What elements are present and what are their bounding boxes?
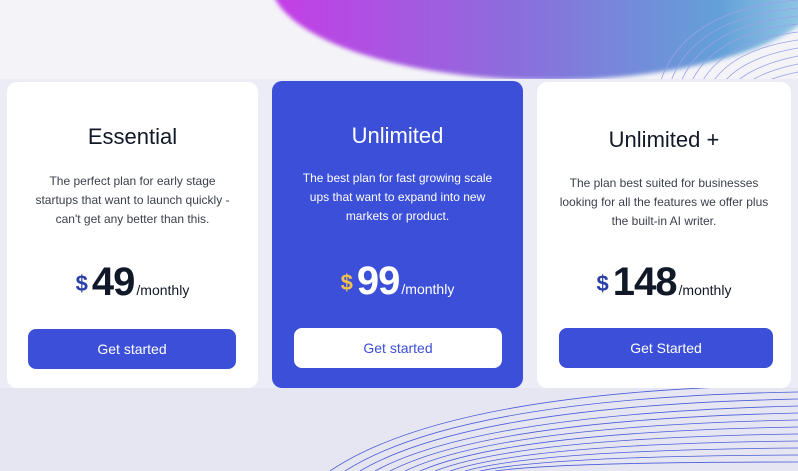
plan-title: Unlimited + [608, 127, 720, 152]
billing-period: /monthly [401, 281, 455, 297]
pricing-card-unlimited-plus: Unlimited + The plan best suited for bus… [537, 82, 791, 388]
decorative-line-pattern-top [657, 0, 798, 90]
plan-title: Essential [87, 124, 178, 149]
billing-period: /monthly [136, 282, 190, 298]
price-amount: 148 [612, 260, 678, 304]
price-amount: 49 [91, 260, 135, 304]
plan-description: The best plan for fast growing scale ups… [302, 171, 493, 223]
pricing-card-essential: Essential The perfect plan for early sta… [7, 82, 258, 388]
get-started-button[interactable]: Get Started [559, 328, 773, 368]
pricing-card-unlimited: Unlimited The best plan for fast growing… [272, 81, 523, 388]
plan-title: Unlimited [351, 123, 444, 148]
currency-symbol: $ [75, 271, 88, 296]
get-started-button[interactable]: Get started [294, 328, 502, 368]
price-amount: 99 [356, 259, 400, 303]
plan-price: $ 148 /monthly [537, 260, 791, 305]
decorative-line-pattern-bottom [330, 384, 798, 471]
plan-price: $ 99 /monthly [272, 259, 523, 304]
plan-description: The plan best suited for businesses look… [559, 176, 769, 228]
plan-price: $ 49 /monthly [7, 260, 258, 305]
plan-description: The perfect plan for early stage startup… [35, 174, 230, 226]
get-started-button[interactable]: Get started [28, 329, 236, 369]
currency-symbol: $ [340, 270, 353, 295]
currency-symbol: $ [596, 271, 609, 296]
billing-period: /monthly [678, 282, 732, 298]
